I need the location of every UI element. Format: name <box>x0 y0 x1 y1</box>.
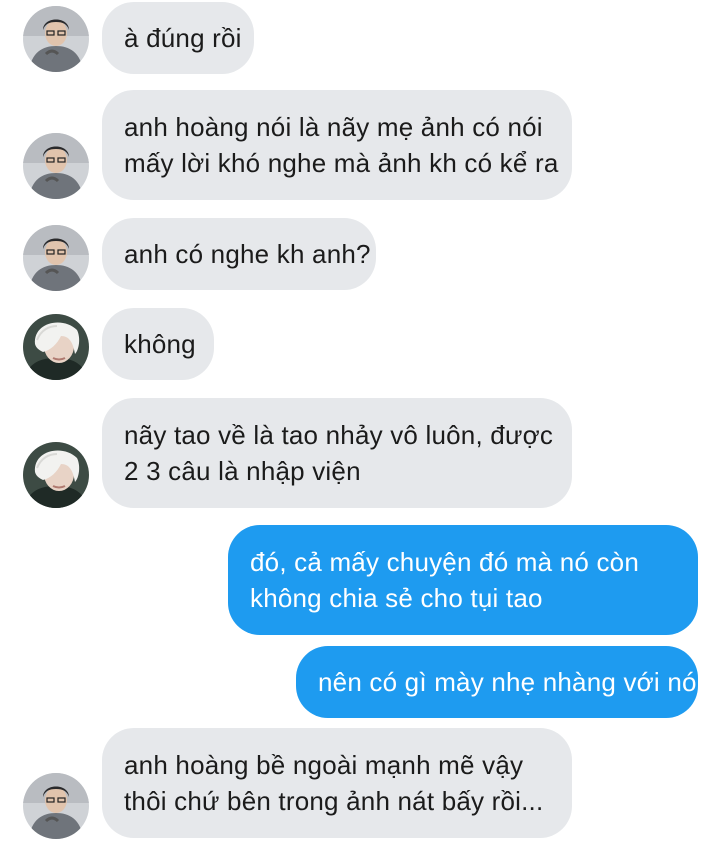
sender-avatar[interactable] <box>23 773 89 839</box>
male-avatar-icon <box>23 133 89 199</box>
message-text: không chia sẻ cho tụi tao <box>250 583 543 613</box>
message-text: đó, cả mấy chuyện đó mà nó còn <box>250 547 640 577</box>
white-hair-avatar-icon <box>23 314 89 380</box>
incoming-message-bubble[interactable]: anh hoàng nói là nãy mẹ ảnh có nói mấy l… <box>102 90 572 200</box>
message-text: anh hoàng nói là nãy mẹ ảnh có nói <box>124 112 543 142</box>
outgoing-message-bubble[interactable]: nên có gì mày nhẹ nhàng với nó <box>296 646 698 718</box>
incoming-message-bubble[interactable]: anh có nghe kh anh? <box>102 218 376 290</box>
message-text: 2 3 câu là nhập viện <box>124 456 361 486</box>
message-text: mấy lời khó nghe mà ảnh kh có kể ra <box>124 148 559 178</box>
incoming-message-bubble[interactable]: anh hoàng bề ngoài mạnh mẽ vậy thôi chứ … <box>102 728 572 838</box>
sender-avatar[interactable] <box>23 314 89 380</box>
message-text: à đúng rồi <box>124 23 242 53</box>
sender-avatar[interactable] <box>23 6 89 72</box>
message-text: nãy tao về là tao nhảy vô luôn, được <box>124 420 554 450</box>
message-text: thôi chứ bên trong ảnh nát bấy rồi... <box>124 786 544 816</box>
message-text: không <box>124 329 196 359</box>
incoming-message-bubble[interactable]: không <box>102 308 214 380</box>
message-text: anh hoàng bề ngoài mạnh mẽ vậy <box>124 750 524 780</box>
male-avatar-icon <box>23 773 89 839</box>
incoming-message-bubble[interactable]: nãy tao về là tao nhảy vô luôn, được 2 3… <box>102 398 572 508</box>
male-avatar-icon <box>23 6 89 72</box>
outgoing-message-bubble[interactable]: đó, cả mấy chuyện đó mà nó còn không chi… <box>228 525 698 635</box>
message-text: nên có gì mày nhẹ nhàng với nó <box>318 667 697 697</box>
white-hair-avatar-icon <box>23 442 89 508</box>
incoming-message-bubble[interactable]: à đúng rồi <box>102 2 254 74</box>
sender-avatar[interactable] <box>23 133 89 199</box>
male-avatar-icon <box>23 225 89 291</box>
message-text: anh có nghe kh anh? <box>124 239 371 269</box>
sender-avatar[interactable] <box>23 442 89 508</box>
sender-avatar[interactable] <box>23 225 89 291</box>
